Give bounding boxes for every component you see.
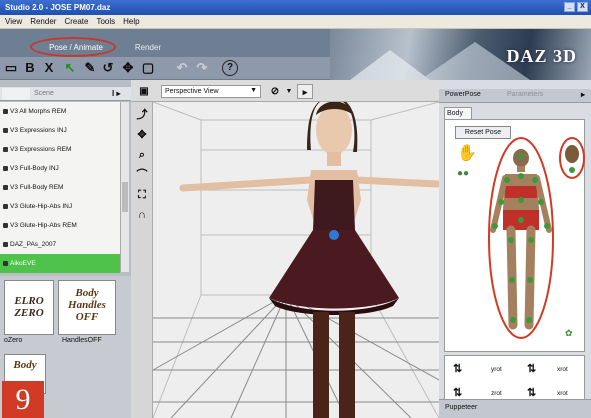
menu-view[interactable]: View (5, 17, 22, 28)
undo-icon[interactable]: ↶ (174, 60, 190, 76)
camera-orbit-icon[interactable]: ⤴ (134, 108, 150, 123)
powerpose-panel: PowerPose Parameters ▸ Body Reset Pose ✋… (439, 80, 591, 418)
tab-render[interactable]: Render (120, 41, 176, 55)
content-library-panel: Scene I ▸ V3 All Morphs REM V3 Expressio… (0, 80, 131, 418)
list-item[interactable]: V3 Full-Body INJ (0, 159, 120, 178)
chevron-down-icon[interactable]: ▼ (281, 84, 297, 99)
morph-list: V3 All Morphs REM V3 Expressions INJ V3 … (0, 102, 120, 273)
help-icon[interactable]: ? (222, 60, 238, 76)
list-item[interactable]: V3 Glute-Hip-Abs INJ (0, 197, 120, 216)
select-icon[interactable]: ↖ (62, 60, 78, 76)
zoom-icon[interactable]: ⌕ (134, 148, 150, 163)
home-view-icon[interactable]: ∩ (134, 208, 150, 223)
daz-logo: DAZ 3D (506, 46, 577, 66)
menu-help[interactable]: Help (123, 17, 139, 28)
thumbnail-label: oZero (4, 337, 23, 344)
frame-icon[interactable]: ▢ (140, 60, 156, 76)
node-select-icon[interactable]: ✎ (82, 60, 98, 76)
rot-label: xrot (557, 366, 568, 373)
save-icon[interactable]: B (22, 60, 38, 76)
rot-label: yrot (491, 366, 502, 373)
list-item[interactable]: DAZ_PAs_2007 (0, 235, 120, 254)
pan-icon[interactable]: ✥ (134, 128, 150, 143)
window-title: Studio 2.0 - JOSE PM07.daz (5, 3, 111, 12)
thumbnail-art: Body (13, 359, 37, 371)
camera-label: Perspective View (165, 88, 219, 95)
menu-bar: View Render Create Tools Help (0, 15, 591, 29)
list-item[interactable]: V3 All Morphs REM (0, 102, 120, 121)
camera-dropdown[interactable]: Perspective View ▼ (161, 85, 261, 98)
app-window: Studio 2.0 - JOSE PM07.daz _ X View Rend… (0, 0, 591, 418)
chevron-down-icon: ▼ (250, 87, 257, 94)
title-bar: Studio 2.0 - JOSE PM07.daz _ X (0, 0, 591, 15)
thumbnail-zero[interactable]: ELRO ZERO (4, 280, 54, 335)
translate-icon[interactable]: ✥ (120, 60, 136, 76)
list-item[interactable]: V3 Glute-Hip-Abs REM (0, 216, 120, 235)
viewport-scene (131, 80, 439, 418)
panel-controls[interactable]: I ▸ (112, 89, 120, 98)
3d-viewport[interactable]: ▣ Perspective View ▼ ⊘ ▼ ▸ ⤴ ✥ ⌕ ⌒ ⛶ ∩ (131, 80, 439, 418)
close-button[interactable]: X (577, 2, 588, 12)
thumbnail-art: ELRO ZERO (14, 295, 44, 319)
play-icon[interactable]: ▸ (297, 84, 313, 99)
minimize-button[interactable]: _ (564, 2, 575, 12)
highlight-oval (30, 37, 116, 57)
rotate-x-icon[interactable]: ⇅ (527, 362, 536, 375)
banner: DAZ 3D (330, 29, 591, 80)
list-item[interactable]: V3 Expressions REM (0, 140, 120, 159)
rotate-z-icon[interactable]: ⇅ (453, 386, 462, 399)
rotate-icon[interactable]: ↺ (100, 60, 116, 76)
svg-text:●●: ●● (457, 168, 469, 179)
frame-selection-icon[interactable]: ⛶ (134, 188, 150, 203)
new-scene-icon[interactable]: ▭ (3, 60, 19, 76)
monitor-icon[interactable]: ▣ (136, 84, 152, 99)
menu-render[interactable]: Render (30, 17, 56, 28)
list-item-selected[interactable]: AikoEVE (0, 254, 120, 273)
step-number-badge: 9 (2, 381, 44, 418)
tab-content[interactable] (2, 88, 30, 100)
redo-icon[interactable]: ↷ (194, 60, 210, 76)
thumbnail-art: Body Handles OFF (68, 287, 106, 323)
rot-label: xrot (557, 390, 568, 397)
delete-icon[interactable]: X (41, 60, 57, 76)
tab-puppeteer[interactable]: Puppeteer (439, 399, 591, 418)
list-item[interactable]: V3 Full-Body REM (0, 178, 120, 197)
menu-tools[interactable]: Tools (96, 17, 115, 28)
svg-text:✋: ✋ (457, 143, 477, 162)
menu-create[interactable]: Create (64, 17, 88, 28)
list-item[interactable]: V3 Expressions INJ (0, 121, 120, 140)
list-scrollbar[interactable] (120, 102, 129, 272)
rotate-y-icon[interactable]: ⇅ (453, 362, 462, 375)
rot-label: zrot (491, 390, 502, 397)
roll-icon[interactable]: ⌒ (134, 168, 150, 183)
rotate-x2-icon[interactable]: ⇅ (527, 386, 536, 399)
svg-text:✿: ✿ (565, 328, 573, 338)
thumbnail-handles-off[interactable]: Body Handles OFF (58, 280, 116, 335)
tab-scene[interactable]: Scene (32, 88, 66, 100)
thumbnail-label: HandlesOFF (62, 337, 102, 344)
